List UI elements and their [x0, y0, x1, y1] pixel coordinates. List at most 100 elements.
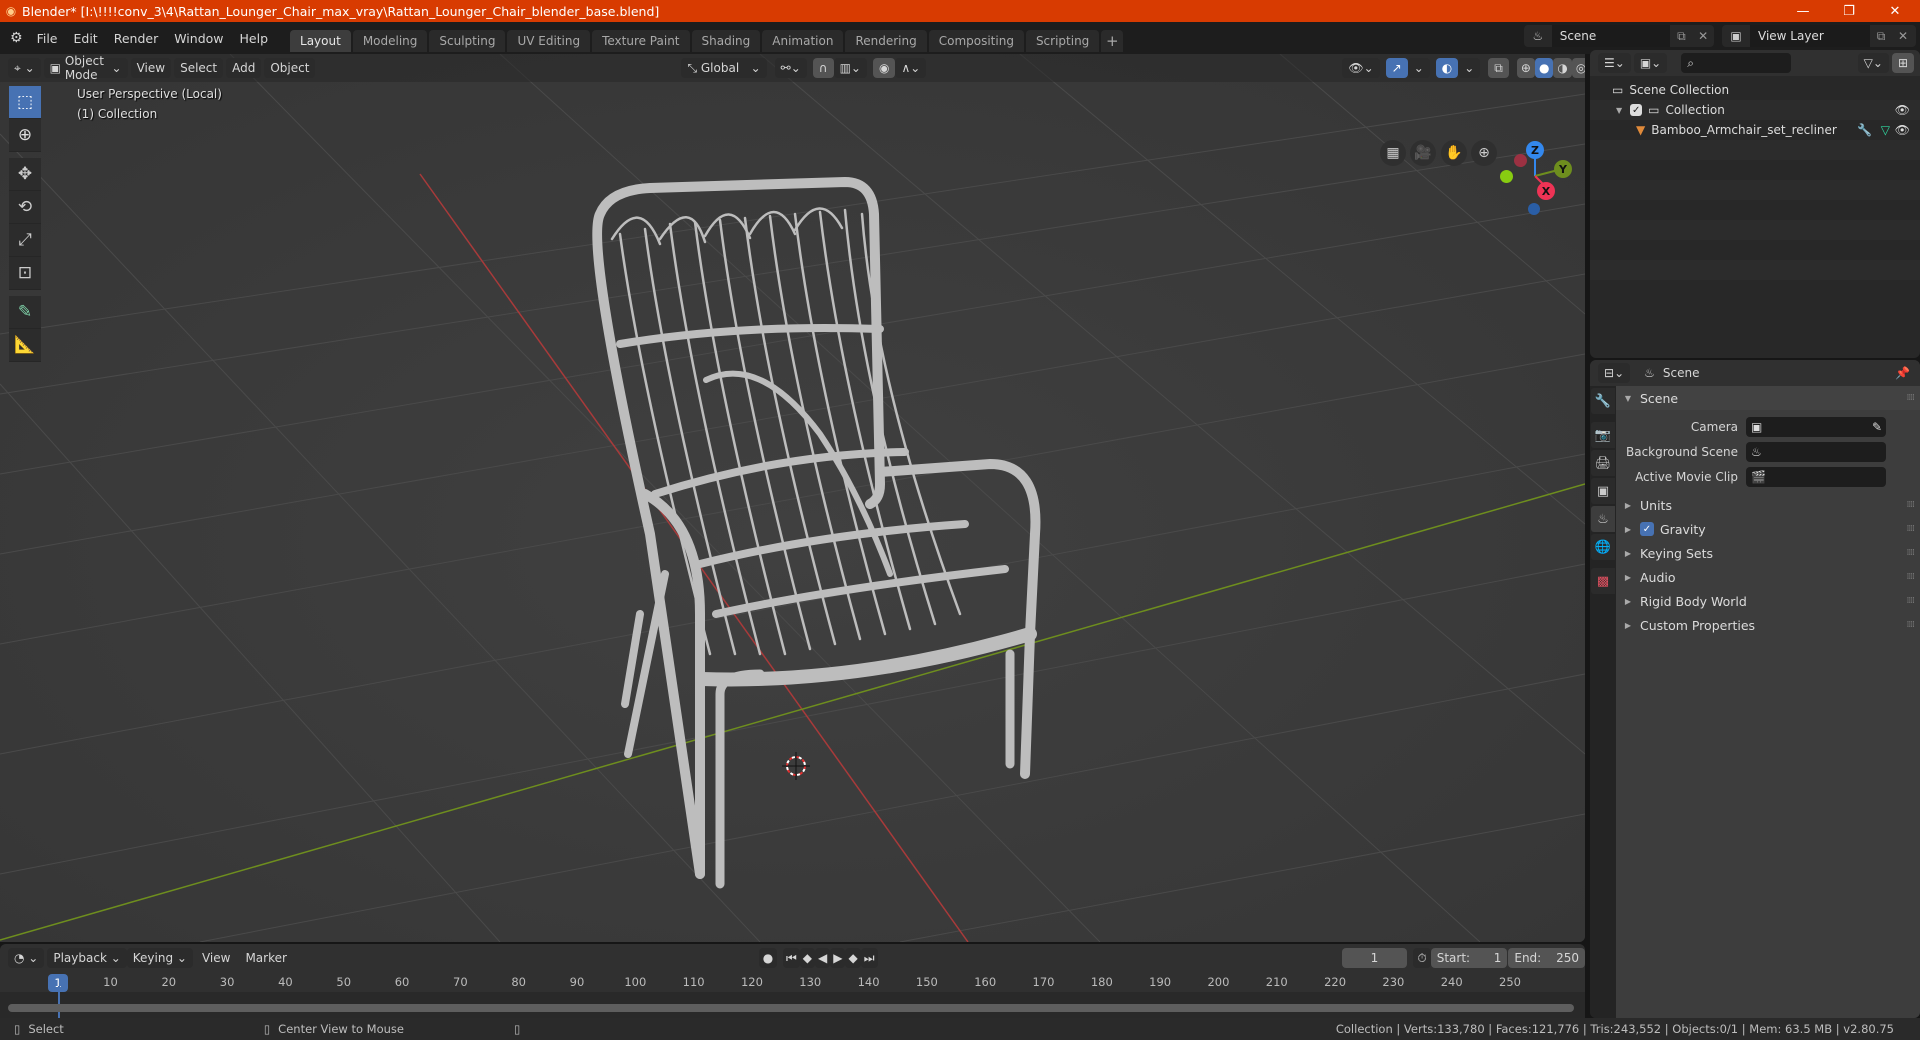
- units-panel-header[interactable]: ▶ Units ⁞⁞⁞⁞: [1616, 493, 1920, 517]
- tab-sculpting[interactable]: Sculpting: [429, 30, 506, 52]
- new-collection-button[interactable]: ⊞: [1891, 53, 1914, 73]
- gizmo-y-axis[interactable]: Y: [1554, 160, 1572, 178]
- play-reverse-button[interactable]: ◀: [814, 948, 831, 968]
- 3d-viewport[interactable]: ⌖ ⌄ ▣ Object Mode ⌄ View Select Add Obje…: [0, 54, 1585, 942]
- outliner-editor-type-button[interactable]: ☰ ⌄: [1598, 53, 1631, 73]
- snap-target-dropdown[interactable]: ▥ ⌄: [833, 58, 867, 78]
- prev-keyframe-button[interactable]: ◆: [799, 948, 815, 968]
- tool-move[interactable]: ✥: [9, 158, 41, 191]
- editor-type-button[interactable]: ⌖ ⌄: [8, 58, 41, 78]
- gizmo-neg-z-axis[interactable]: [1528, 203, 1540, 215]
- gizmo-neg-x-axis[interactable]: [1514, 154, 1527, 167]
- tab-shading[interactable]: Shading: [691, 30, 761, 52]
- proportional-edit-toggle[interactable]: ◉: [872, 58, 896, 78]
- timeline-editor-type-button[interactable]: ◔ ⌄: [8, 948, 45, 968]
- drag-grip-icon[interactable]: ⁞⁞⁞⁞: [1907, 393, 1916, 403]
- gravity-checkbox[interactable]: ✓: [1640, 522, 1654, 536]
- menu-help[interactable]: Help: [232, 31, 277, 46]
- visibility-eye-icon[interactable]: 👁: [1895, 103, 1910, 117]
- outliner-row-collection[interactable]: ▼ ✓ ▭ Collection 👁: [1590, 100, 1920, 120]
- eyedropper-icon[interactable]: ✎: [1872, 420, 1882, 434]
- new-view-layer-icon[interactable]: ⧉: [1870, 29, 1892, 44]
- new-scene-icon[interactable]: ⧉: [1670, 29, 1692, 44]
- tab-layout[interactable]: Layout: [290, 30, 351, 52]
- tab-texture[interactable]: ▩: [1591, 568, 1615, 594]
- select-menu[interactable]: Select: [174, 58, 224, 78]
- timeline-scrollbar[interactable]: [8, 1004, 1574, 1012]
- camera-field[interactable]: ▣ ✎: [1746, 416, 1886, 437]
- gizmo-z-axis[interactable]: Z: [1526, 141, 1544, 159]
- drag-grip-icon[interactable]: ⁞⁞⁞⁞: [1907, 620, 1916, 630]
- play-button[interactable]: ▶: [830, 948, 846, 968]
- outliner-row-object[interactable]: ▼ Bamboo_Armchair_set_recliner 🔧 ▽ 👁: [1590, 120, 1920, 140]
- xray-toggle[interactable]: ⧉: [1488, 58, 1509, 78]
- view-layer-name[interactable]: View Layer: [1750, 25, 1870, 47]
- menu-edit[interactable]: Edit: [65, 31, 105, 46]
- current-frame-field[interactable]: 1: [1341, 948, 1408, 968]
- modifier-wrench-icon[interactable]: 🔧: [1857, 123, 1872, 137]
- tab-texture-paint[interactable]: Texture Paint: [592, 30, 690, 52]
- close-icon[interactable]: ✕: [1872, 0, 1918, 22]
- tool-select-box[interactable]: ⬚: [9, 86, 41, 119]
- gizmo-toggle[interactable]: ↗: [1385, 58, 1408, 78]
- tool-cursor[interactable]: ⊕: [9, 119, 41, 152]
- playhead-line[interactable]: [58, 986, 60, 1018]
- gizmo-x-axis[interactable]: X: [1537, 182, 1555, 200]
- pivot-point-dropdown[interactable]: ⚯ ⌄: [774, 58, 807, 78]
- tab-tool[interactable]: 🔧: [1591, 388, 1615, 414]
- mesh-data-icon[interactable]: ▽: [1881, 123, 1890, 137]
- keying-menu[interactable]: Keying ⌄: [126, 948, 193, 968]
- tool-transform[interactable]: ⊡: [9, 257, 41, 290]
- overlays-toggle[interactable]: ◐: [1435, 58, 1459, 78]
- drag-grip-icon[interactable]: ⁞⁞⁞⁞: [1907, 524, 1916, 534]
- tab-render[interactable]: 📷: [1591, 422, 1615, 448]
- background-scene-field[interactable]: ♨: [1746, 441, 1886, 462]
- keying-sets-panel-header[interactable]: ▶ Keying Sets ⁞⁞⁞⁞: [1616, 541, 1920, 565]
- delete-scene-icon[interactable]: ✕: [1692, 29, 1714, 43]
- shading-rendered[interactable]: ◎: [1571, 58, 1585, 78]
- jump-start-button[interactable]: ⏮: [782, 948, 800, 968]
- auto-keying-toggle[interactable]: ●: [758, 948, 777, 968]
- menu-file[interactable]: File: [29, 31, 66, 46]
- collection-enable-checkbox[interactable]: ✓: [1630, 104, 1643, 116]
- object-mode-dropdown[interactable]: ▣ Object Mode ⌄: [43, 54, 128, 82]
- gravity-panel-header[interactable]: ▶ ✓ Gravity ⁞⁞⁞⁞: [1616, 517, 1920, 541]
- jump-end-button[interactable]: ⏭: [860, 948, 878, 968]
- filter-dropdown[interactable]: ▽ ⌄: [1857, 53, 1889, 73]
- gizmo-dropdown[interactable]: ⌄: [1407, 58, 1430, 78]
- add-menu[interactable]: Add: [226, 58, 262, 78]
- tab-modeling[interactable]: Modeling: [352, 30, 428, 52]
- tab-output[interactable]: 🖨: [1591, 450, 1615, 476]
- scene-panel-header[interactable]: ▼ Scene ⁞⁞⁞⁞: [1616, 386, 1920, 410]
- tool-annotate[interactable]: ✎: [9, 296, 41, 329]
- pin-icon[interactable]: 📌: [1895, 366, 1910, 380]
- shading-solid[interactable]: ●: [1534, 58, 1554, 78]
- transform-orientation-dropdown[interactable]: ⤡ Global ⌄: [681, 58, 767, 78]
- minimize-icon[interactable]: —: [1780, 0, 1826, 22]
- restore-icon[interactable]: ❐: [1826, 0, 1872, 22]
- selectability-dropdown[interactable]: 👁 ⌄: [1342, 58, 1380, 78]
- tab-rendering[interactable]: Rendering: [845, 30, 927, 52]
- marker-menu[interactable]: Marker: [239, 948, 292, 968]
- menu-window[interactable]: Window: [166, 31, 231, 46]
- object-menu[interactable]: Object: [264, 58, 316, 78]
- tab-scripting[interactable]: Scripting: [1025, 30, 1100, 52]
- shading-material[interactable]: ◑: [1553, 58, 1572, 78]
- shading-wireframe[interactable]: ⊕: [1516, 58, 1535, 78]
- drag-grip-icon[interactable]: ⁞⁞⁞⁞: [1907, 572, 1916, 582]
- scene-name[interactable]: Scene: [1551, 25, 1671, 47]
- custom-properties-panel-header[interactable]: ▶ Custom Properties ⁞⁞⁞⁞: [1616, 613, 1920, 637]
- tool-measure[interactable]: 📐: [9, 329, 41, 362]
- end-frame-field[interactable]: End: 250: [1508, 948, 1585, 968]
- playback-menu[interactable]: Playback ⌄: [47, 948, 127, 968]
- tool-scale[interactable]: ⤢: [9, 224, 41, 257]
- drag-grip-icon[interactable]: ⁞⁞⁞⁞: [1907, 596, 1916, 606]
- start-frame-field[interactable]: Start: 1: [1430, 948, 1508, 968]
- snap-toggle[interactable]: ∩: [812, 58, 834, 78]
- object-visibility-eye-icon[interactable]: 👁: [1895, 123, 1910, 137]
- navigation-gizmo[interactable]: Z Y X: [1490, 132, 1580, 222]
- pan-view-button[interactable]: ✋: [1441, 140, 1467, 166]
- gizmo-neg-y-axis[interactable]: [1500, 170, 1513, 183]
- menu-render[interactable]: Render: [106, 31, 167, 46]
- proportional-falloff-dropdown[interactable]: ∧ ⌄: [895, 58, 927, 78]
